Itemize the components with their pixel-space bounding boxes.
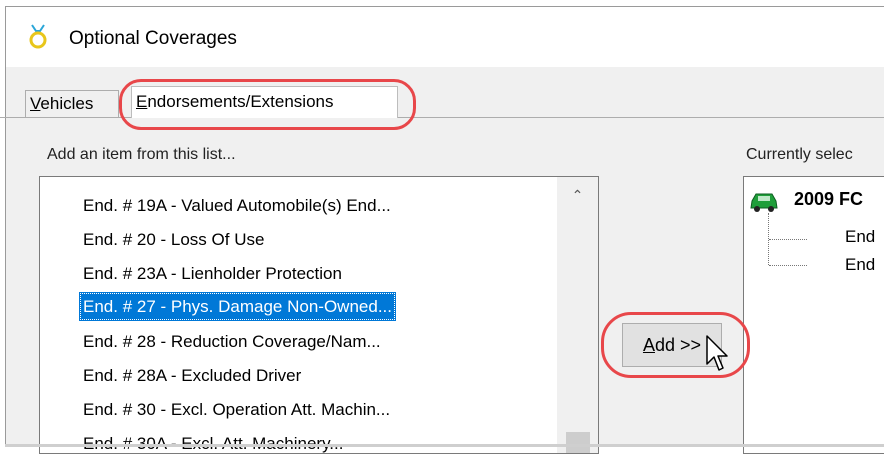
list-item[interactable]: End. # 28A - Excluded Driver: [79, 361, 305, 390]
list-scrollbar[interactable]: ⌃: [557, 177, 598, 453]
tree-connector: [769, 239, 807, 240]
tree-node-endorsement[interactable]: End: [845, 227, 875, 247]
mouse-cursor-icon: [706, 335, 728, 371]
chevron-up-icon[interactable]: ⌃: [557, 187, 598, 207]
list-item[interactable]: End. # 30A - Excl. Att. Machinery...: [79, 429, 347, 453]
list-item[interactable]: End. # 30 - Excl. Operation Att. Machin.…: [79, 395, 394, 424]
selected-tree-label: Currently selec: [746, 146, 853, 163]
title-bar: Optional Coverages: [6, 7, 884, 67]
tab-endorsements-label: Endorsements/Extensions: [136, 92, 334, 111]
tree-node-endorsement[interactable]: End: [845, 255, 875, 275]
tree-node-vehicle[interactable]: 2009 FC: [794, 189, 863, 210]
car-icon: [750, 193, 778, 212]
list-item[interactable]: End. # 28 - Reduction Coverage/Nam...: [79, 327, 385, 356]
available-endorsements-list[interactable]: End. # 19A - Valued Automobile(s) End...…: [39, 176, 599, 454]
tab-endorsements-extensions[interactable]: Endorsements/Extensions: [131, 86, 398, 118]
list-item[interactable]: End. # 19A - Valued Automobile(s) End...: [79, 191, 395, 220]
available-list-label: Add an item from this list...: [47, 146, 236, 163]
list-item-selected[interactable]: End. # 27 - Phys. Damage Non-Owned...: [79, 292, 396, 321]
list-item[interactable]: End. # 23A - Lienholder Protection: [79, 259, 346, 288]
tab-vehicles[interactable]: Vehicles: [25, 90, 119, 117]
list-item[interactable]: End. # 20 - Loss Of Use: [79, 225, 268, 254]
selected-coverages-tree[interactable]: 2009 FC End End: [743, 176, 884, 454]
window-bottom-edge: [5, 444, 884, 447]
ring-icon: [29, 24, 47, 49]
tree-connector: [769, 265, 807, 266]
tab-vehicles-label: Vehicles: [30, 94, 94, 113]
window-title: Optional Coverages: [69, 28, 237, 49]
scroll-thumb[interactable]: [566, 432, 590, 453]
